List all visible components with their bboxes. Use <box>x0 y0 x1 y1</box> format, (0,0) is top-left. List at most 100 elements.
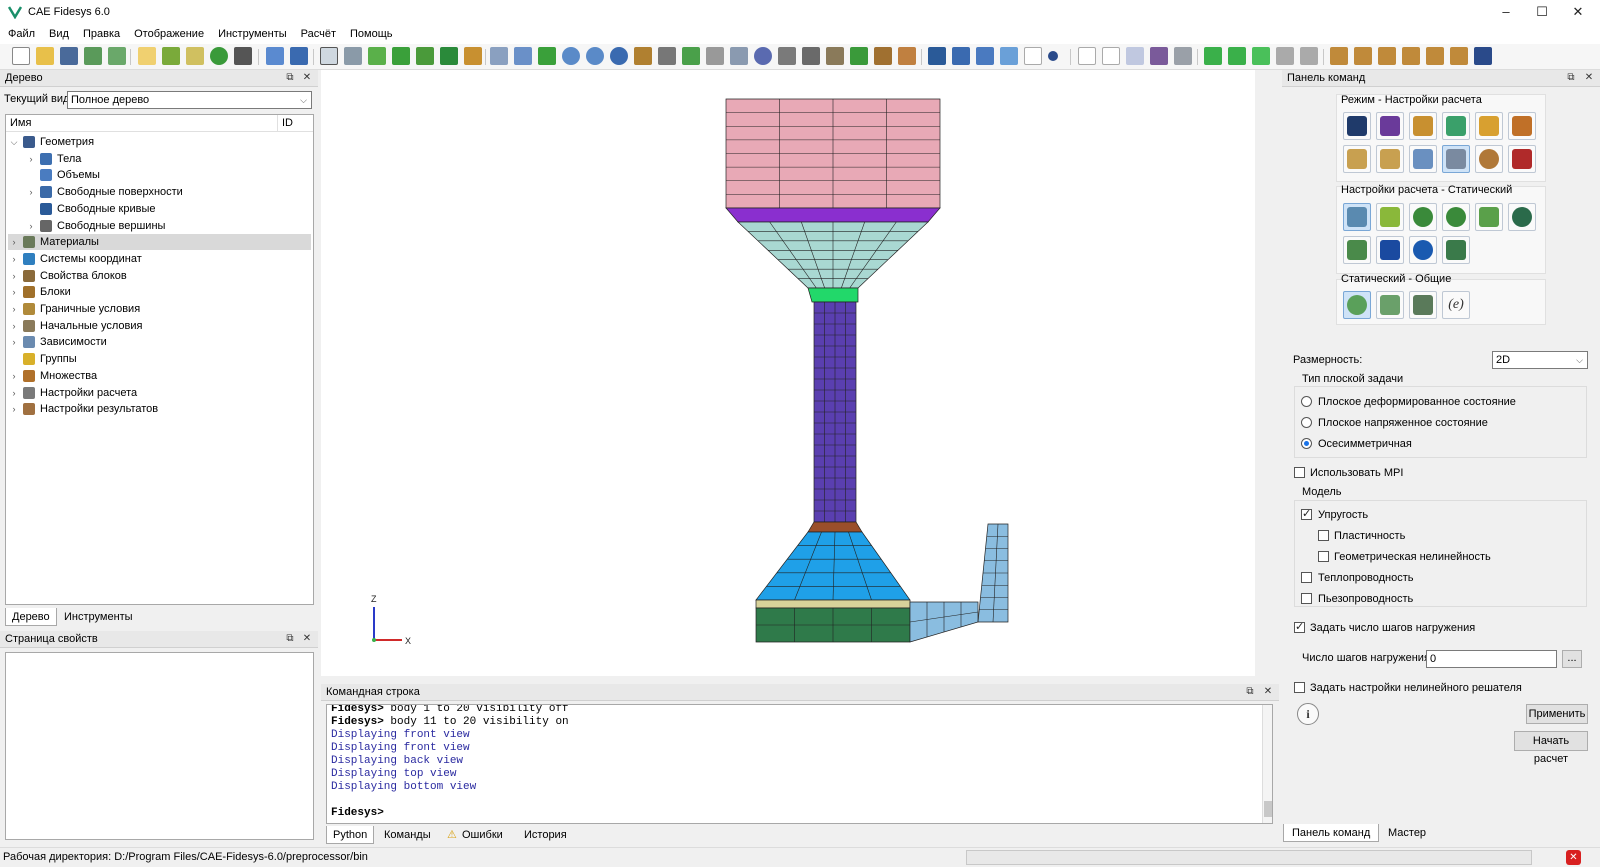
transform-5-icon[interactable] <box>1426 47 1444 65</box>
tree-item[interactable]: › Свободные вершины <box>25 218 311 234</box>
command-input-prompt[interactable]: Fidesys> <box>331 807 1251 820</box>
apply-button[interactable]: Применить <box>1526 704 1588 724</box>
save-icon[interactable] <box>60 47 78 65</box>
tree-item[interactable]: Группы <box>8 351 311 367</box>
run-script-icon[interactable] <box>162 47 180 65</box>
view-top-icon[interactable] <box>730 47 748 65</box>
tree-item[interactable]: › Начальные условия <box>8 318 311 334</box>
box-green-icon[interactable] <box>368 47 386 65</box>
dynamic-calc-icon[interactable] <box>1475 203 1503 231</box>
fit-window-icon[interactable] <box>514 47 532 65</box>
chevron-right-icon[interactable]: › <box>8 318 20 334</box>
chevron-right-icon[interactable]: › <box>8 301 20 317</box>
nonlinear-checkbox[interactable] <box>1294 682 1305 693</box>
view-back-icon[interactable] <box>706 47 724 65</box>
tab-tools[interactable]: Инструменты <box>58 608 139 626</box>
refresh-icon[interactable] <box>538 47 556 65</box>
radio-plane-stress[interactable] <box>1301 417 1312 428</box>
node-select-icon[interactable] <box>1078 47 1096 65</box>
eraser-icon[interactable] <box>898 47 916 65</box>
start-calc-button[interactable]: Начать расчет <box>1514 731 1588 765</box>
menu-view[interactable]: Вид <box>41 28 75 40</box>
chevron-right-icon[interactable]: › <box>8 251 20 267</box>
harmonic-calc-icon[interactable] <box>1409 203 1437 231</box>
close-panel-icon[interactable]: ✕ <box>300 71 314 85</box>
modal-calc-icon[interactable] <box>1376 203 1404 231</box>
select-icon[interactable] <box>266 47 284 65</box>
tab-history[interactable]: История <box>518 826 573 844</box>
chevron-right-icon[interactable]: › <box>8 401 20 417</box>
maximize-button[interactable]: ☐ <box>1524 0 1560 24</box>
face-select-icon[interactable] <box>1126 47 1144 65</box>
tree-item[interactable]: › Зависимости <box>8 334 311 350</box>
mesh-green-icon[interactable] <box>440 47 458 65</box>
journal-icon[interactable] <box>186 47 204 65</box>
step-down-icon[interactable] <box>1276 47 1294 65</box>
fluid-calc-icon[interactable] <box>1409 236 1437 264</box>
results-mode-icon[interactable] <box>1475 145 1503 173</box>
solver-settings-icon[interactable] <box>1409 291 1437 319</box>
steps-input[interactable]: 0 <box>1426 650 1557 668</box>
run-icon[interactable] <box>1204 47 1222 65</box>
float-icon[interactable]: ⧉ <box>283 71 297 85</box>
geometry-mode-icon[interactable] <box>1343 112 1371 140</box>
curve-select-icon[interactable] <box>1024 47 1042 65</box>
chevron-right-icon[interactable]: › <box>8 234 20 250</box>
minimize-button[interactable]: – <box>1488 0 1524 24</box>
tab-command-panel[interactable]: Панель команд <box>1283 824 1380 842</box>
initial-mode-icon[interactable] <box>1376 145 1404 173</box>
chevron-right-icon[interactable]: › <box>25 218 37 234</box>
view-front-icon[interactable] <box>658 47 676 65</box>
chevron-right-icon[interactable]: › <box>8 284 20 300</box>
info-icon[interactable]: i <box>1297 703 1319 725</box>
undo-icon[interactable] <box>290 47 308 65</box>
output-settings-icon[interactable] <box>1376 291 1404 319</box>
error-indicator-icon[interactable]: ✕ <box>1566 850 1581 865</box>
chevron-down-icon[interactable]: ⌵ <box>8 134 20 150</box>
menu-display[interactable]: Отображение <box>126 28 210 40</box>
mesh-grid-icon[interactable] <box>1174 47 1192 65</box>
group-icon[interactable] <box>464 47 482 65</box>
zoom-in-icon[interactable] <box>562 47 580 65</box>
menu-edit[interactable]: Правка <box>75 28 126 40</box>
close-button[interactable]: ✕ <box>1560 0 1596 24</box>
new-file-icon[interactable] <box>12 47 30 65</box>
script-icon[interactable] <box>138 47 156 65</box>
effective-props-icon[interactable] <box>1343 236 1371 264</box>
float-icon[interactable]: ⧉ <box>1243 685 1257 699</box>
stability-calc-icon[interactable] <box>1442 203 1470 231</box>
tools-icon[interactable] <box>234 47 252 65</box>
graphics-viewport[interactable]: Z X <box>321 70 1255 676</box>
body-select-icon[interactable] <box>952 47 970 65</box>
coord-mode-icon[interactable] <box>1442 112 1470 140</box>
box-select-icon[interactable] <box>826 47 844 65</box>
view-iso-icon[interactable] <box>682 47 700 65</box>
elasticity-checkbox[interactable] <box>1301 507 1312 520</box>
tree-item[interactable]: › Множества <box>8 368 311 384</box>
open-folder-icon[interactable] <box>36 47 54 65</box>
material-mode-icon[interactable] <box>1409 112 1437 140</box>
set-steps-checkbox[interactable] <box>1294 620 1305 633</box>
section-icon[interactable] <box>802 47 820 65</box>
float-icon[interactable]: ⧉ <box>283 632 297 646</box>
tree-item[interactable]: › Тела <box>25 151 311 167</box>
col-id[interactable]: ID <box>282 117 293 129</box>
step-up-icon[interactable] <box>1300 47 1318 65</box>
close-panel-icon[interactable]: ✕ <box>1582 71 1596 85</box>
use-mpi-checkbox[interactable] <box>1294 467 1305 478</box>
geom-nonlinear-checkbox[interactable] <box>1318 551 1329 562</box>
transform-4-icon[interactable] <box>1402 47 1420 65</box>
vertex-select-icon[interactable] <box>1048 51 1058 61</box>
tree-item[interactable]: › Граничные условия <box>8 301 311 317</box>
tree-item[interactable]: › Настройки расчета <box>8 385 311 401</box>
steps-more-button[interactable]: ... <box>1562 650 1582 668</box>
pan-icon[interactable] <box>634 47 652 65</box>
dimension-select[interactable]: 2D ⌵ <box>1492 351 1588 369</box>
heat-conduction-checkbox[interactable] <box>1301 572 1312 583</box>
element-select-icon[interactable] <box>1150 47 1168 65</box>
surface-green-icon[interactable] <box>416 47 434 65</box>
transform-1-icon[interactable] <box>1330 47 1348 65</box>
chevron-right-icon[interactable]: › <box>8 368 20 384</box>
record-icon[interactable] <box>210 47 228 65</box>
export-icon[interactable] <box>108 47 126 65</box>
